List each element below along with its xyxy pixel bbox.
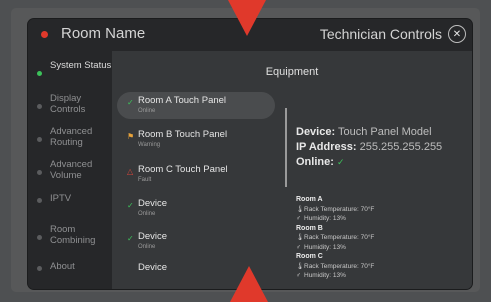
- device-label: Device:: [296, 126, 336, 138]
- sidebar-item-label: Advanced Volume: [50, 159, 93, 181]
- dot-icon: [37, 137, 42, 142]
- humidity-icon: ♂: [296, 243, 301, 251]
- ip-label: IP Address:: [296, 141, 357, 153]
- sidebar-item-room-combining[interactable]: Room Combining: [28, 223, 112, 251]
- equipment-item-room-b-touch-panel[interactable]: ⚑ Room B Touch Panel Warning: [117, 126, 275, 153]
- equipment-item-device[interactable]: ✓ Device Online: [117, 228, 275, 255]
- equipment-name: Device: [138, 231, 168, 242]
- equipment-name: Device: [138, 262, 168, 273]
- equipment-item-room-a-touch-panel[interactable]: ✓ Room A Touch Panel Online: [117, 92, 275, 119]
- details-divider: [285, 108, 287, 187]
- equipment-status: Online: [138, 108, 156, 114]
- thermometer-icon: 🌡︎: [296, 262, 305, 270]
- equipment-name: Room A Touch Panel: [138, 95, 227, 106]
- flag-icon: ⚑: [127, 132, 135, 141]
- sidebar-item-label: Display Controls: [50, 93, 86, 115]
- dot-icon: [37, 198, 42, 203]
- check-icon: ✓: [127, 234, 134, 243]
- page-title: Technician Controls: [319, 26, 442, 42]
- rack-temperature: Rack Temperature: 70°F: [304, 262, 375, 270]
- sidebar-item-label: Advanced Routing: [50, 126, 93, 148]
- equipment-name: Room C Touch Panel: [138, 164, 228, 175]
- sidebar-item-about[interactable]: About: [28, 259, 112, 287]
- dot-icon: [37, 104, 42, 109]
- warning-triangle-icon: △: [127, 167, 134, 176]
- humidity-icon: ♂: [296, 215, 301, 222]
- dot-icon: [37, 266, 42, 271]
- humidity: Humidity: 13%: [304, 215, 346, 222]
- equipment-name: Room B Touch Panel: [138, 129, 228, 140]
- active-dot-icon: [37, 71, 42, 76]
- equipment-status: Warning: [138, 142, 161, 148]
- sidebar-item-label: Room Combining: [50, 224, 96, 246]
- sidebar-item-advanced-volume[interactable]: Advanced Volume: [28, 158, 112, 186]
- close-icon[interactable]: ✕: [448, 25, 466, 43]
- check-icon: ✓: [127, 98, 134, 107]
- equipment-status: Online: [138, 244, 156, 250]
- bottom-arrow-marker: [230, 266, 268, 302]
- equipment-status: Online: [138, 211, 156, 217]
- dot-icon: [37, 170, 42, 175]
- room-name: Room C: [296, 253, 323, 260]
- humidity-icon: ♂: [296, 272, 301, 279]
- dot-icon: [37, 235, 42, 240]
- status-dot-icon: [41, 31, 48, 38]
- equipment-name: Device: [138, 198, 168, 209]
- check-icon: ✓: [336, 157, 345, 167]
- thermometer-icon: 🌡︎: [296, 205, 305, 213]
- sidebar-item-advanced-routing[interactable]: Advanced Routing: [28, 125, 112, 153]
- sidebar-item-display-controls[interactable]: Display Controls: [28, 92, 112, 120]
- top-arrow-marker: [228, 0, 266, 36]
- equipment-item-device[interactable]: ✓ Device Online: [117, 195, 275, 222]
- sidebar: System Status Display Controls Advanced …: [28, 51, 112, 289]
- device-value: Touch Panel Model: [338, 126, 432, 138]
- room-name: Room A: [296, 196, 323, 203]
- main-panel: Equipment ✓ Room A Touch Panel Online ⚑ …: [112, 51, 472, 289]
- check-icon: ✓: [127, 201, 134, 210]
- rack-temperature: Rack Temperature: 70°F: [304, 234, 375, 241]
- device-details: Device: Touch Panel Model IP Address: 25…: [296, 125, 442, 170]
- equipment-status: Fault: [138, 177, 152, 183]
- ip-value: 255.255.255.255: [359, 141, 443, 153]
- room-name: Room Name: [61, 25, 146, 42]
- thermometer-icon: 🌡︎: [296, 234, 305, 241]
- sidebar-item-label: About: [50, 261, 75, 272]
- humidity: Humidity: 13%: [304, 243, 346, 251]
- rack-temperature: Rack Temperature: 70°F: [304, 205, 375, 213]
- humidity: Humidity: 13%: [304, 272, 346, 279]
- sidebar-item-label: IPTV: [50, 193, 72, 204]
- equipment-item-room-c-touch-panel[interactable]: △ Room C Touch Panel Fault: [117, 161, 275, 188]
- room-environment-list: Room A 🌡︎Rack Temperature: 70°F ♂ Humidit…: [296, 195, 374, 281]
- sidebar-item-system-status[interactable]: System Status: [28, 59, 112, 87]
- sidebar-item-iptv[interactable]: IPTV: [28, 191, 112, 219]
- equipment-title: Equipment: [265, 66, 319, 78]
- online-label: Online:: [296, 156, 334, 168]
- technician-controls-window: Room Name Technician Controls ✕ System S…: [28, 19, 472, 289]
- sidebar-item-label: System Status: [50, 60, 112, 71]
- room-name: Room B: [296, 224, 323, 232]
